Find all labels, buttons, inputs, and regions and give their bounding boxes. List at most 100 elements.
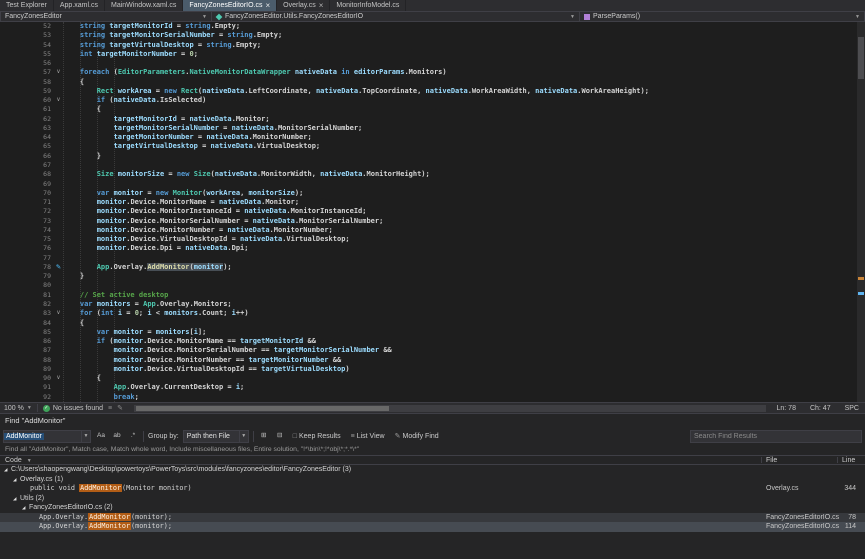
expand-all-icon[interactable]: ⊞ [258, 430, 270, 442]
gutter-marks [54, 170, 63, 179]
find-result-row[interactable]: ◢Overlay.cs (1) [0, 475, 865, 485]
outline-collapse-icon[interactable]: ∨ [54, 68, 63, 77]
gutter-marks [54, 115, 63, 124]
line-number: 81 [0, 291, 54, 300]
result-code: App.Overlay.AddMonitor(monitor); [39, 513, 172, 521]
line-number: 76 [0, 244, 54, 253]
code-text: monitor.Device.MonitorNumber = nativeDat… [63, 226, 333, 235]
modify-find-button[interactable]: ✎ Modify Find [392, 430, 442, 443]
code-line: 57∨ foreach (EditorParameters.NativeMoni… [0, 68, 865, 77]
column-divider[interactable] [837, 457, 838, 463]
expand-icon[interactable]: ◢ [13, 475, 20, 485]
edit-icon[interactable]: ✎ [117, 404, 123, 412]
line-number: 56 [0, 59, 54, 68]
code-text: Rect workArea = new Rect(nativeData.Left… [63, 87, 649, 96]
chevron-down-icon[interactable]: ▼ [81, 431, 90, 442]
group-by-dropdown[interactable]: Path then File ▼ [183, 430, 249, 443]
document-tab[interactable]: Overlay.cs× [277, 0, 330, 11]
zoom-control[interactable]: 100 % ▼ [4, 405, 32, 412]
outline-collapse-icon[interactable]: ∨ [54, 96, 63, 105]
editor-horizontal-scrollbar[interactable] [134, 405, 766, 412]
method-icon [584, 14, 590, 20]
document-tab[interactable]: MonitorInfoModel.cs [330, 0, 406, 11]
list-view-button[interactable]: ≡ List View [348, 430, 388, 443]
column-header-file[interactable]: File [766, 456, 777, 465]
caret-position: Ln: 78 Ch: 47 SPC [777, 405, 860, 412]
line-number: 53 [0, 31, 54, 40]
document-tab[interactable]: Test Explorer [0, 0, 54, 11]
line-number: 57 [0, 68, 54, 77]
line-number: 77 [0, 254, 54, 263]
whole-word-icon[interactable]: ab [111, 430, 123, 442]
breadcrumb-project-dropdown[interactable]: FancyZonesEditor ▼ [0, 11, 212, 22]
code-line: 77 [0, 254, 865, 263]
match-highlight: AddMonitor [88, 522, 131, 530]
list-view-label: List View [357, 433, 385, 440]
chevron-down-icon: ▼ [202, 14, 207, 20]
match-highlight: AddMonitor [79, 484, 122, 492]
find-result-row[interactable]: App.Overlay.AddMonitor(monitor);FancyZon… [0, 522, 865, 532]
result-line: 78 [836, 513, 856, 523]
breadcrumb-member-dropdown[interactable]: ParseParams() ▼ [580, 11, 865, 22]
find-query-text: AddMonitor [4, 433, 44, 440]
gutter-marks [54, 105, 63, 114]
find-result-row[interactable]: public void AddMonitor(Monitor monitor)O… [0, 484, 865, 494]
code-text: int targetMonitorNumber = 0; [63, 50, 198, 59]
line-indicator: Ln: 78 [777, 405, 796, 412]
find-result-row[interactable]: ◢FancyZonesEditorIO.cs (2) [0, 503, 865, 513]
column-divider[interactable] [761, 457, 762, 463]
keep-results-button[interactable]: □ Keep Results [290, 430, 344, 443]
code-editor[interactable]: 52 string targetMonitorId = string.Empty… [0, 22, 865, 402]
gutter-marks [54, 22, 63, 31]
gutter-marks [54, 217, 63, 226]
expand-icon[interactable]: ◢ [13, 494, 20, 504]
document-health-indicator[interactable]: ✓ No issues found [43, 405, 103, 412]
code-text: var monitor = new Monitor(workArea, moni… [63, 189, 303, 198]
match-case-icon[interactable]: Aa [95, 430, 107, 442]
column-header-line[interactable]: Line [842, 456, 855, 465]
list-icon[interactable]: ≡ [108, 405, 112, 412]
collapse-all-icon[interactable]: ⊟ [274, 430, 286, 442]
document-tab[interactable]: MainWindow.xaml.cs [105, 0, 183, 11]
code-line: 64 targetMonitorNumber = nativeData.Moni… [0, 133, 865, 142]
find-toolbar: AddMonitor ▼ Aa ab .* Group by: Path the… [0, 427, 865, 445]
gutter-marks [54, 41, 63, 50]
document-tab[interactable]: App.xaml.cs [54, 0, 105, 11]
scrollbar-thumb[interactable] [858, 37, 864, 79]
close-icon[interactable]: × [265, 2, 270, 10]
outline-collapse-icon[interactable]: ∨ [54, 309, 63, 318]
keep-results-label: Keep Results [299, 433, 341, 440]
close-icon[interactable]: × [319, 2, 324, 10]
gutter-marks [54, 337, 63, 346]
editor-vertical-scrollbar[interactable] [857, 22, 865, 402]
code-line: 80 [0, 281, 865, 290]
outline-collapse-icon[interactable]: ∨ [54, 374, 63, 383]
line-number: 73 [0, 217, 54, 226]
code-line: 81 // Set active desktop [0, 291, 865, 300]
code-line: 78✎ App.Overlay.AddMonitor(monitor); [0, 263, 865, 272]
expand-icon[interactable]: ◢ [4, 465, 11, 475]
find-query-input[interactable]: AddMonitor ▼ [3, 430, 91, 443]
code-text: targetVirtualDesktop = nativeData.Virtua… [63, 142, 320, 151]
match-highlight: AddMonitor [88, 513, 131, 521]
scrollbar-thumb[interactable] [136, 406, 389, 411]
expand-icon[interactable]: ◢ [22, 503, 29, 513]
find-result-row[interactable]: ◢Utils (2) [0, 494, 865, 504]
breadcrumb-type-dropdown[interactable]: FancyZonesEditor.Utils.FancyZonesEditorI… [212, 11, 580, 22]
chevron-down-icon[interactable]: ▼ [239, 431, 248, 442]
code-line: 74 monitor.Device.MonitorNumber = native… [0, 226, 865, 235]
code-line: 69 [0, 180, 865, 189]
document-tab[interactable]: FancyZonesEditorIO.cs× [183, 0, 277, 11]
line-number: 71 [0, 198, 54, 207]
find-result-row[interactable]: ◢C:\Users\shaopengwang\Desktop\powertoys… [0, 465, 865, 475]
regex-icon[interactable]: .* [127, 430, 139, 442]
breadcrumb-member-label: ParseParams() [593, 13, 640, 20]
chevron-down-icon: ▼ [27, 458, 32, 464]
find-result-row[interactable]: App.Overlay.AddMonitor(monitor);FancyZon… [0, 513, 865, 523]
code-text: string targetMonitorSerialNumber = strin… [63, 31, 282, 40]
line-number: 75 [0, 235, 54, 244]
search-find-results-input[interactable] [690, 430, 862, 443]
gutter-marks [54, 393, 63, 402]
zoom-value: 100 % [4, 405, 24, 412]
gutter-marks [54, 31, 63, 40]
